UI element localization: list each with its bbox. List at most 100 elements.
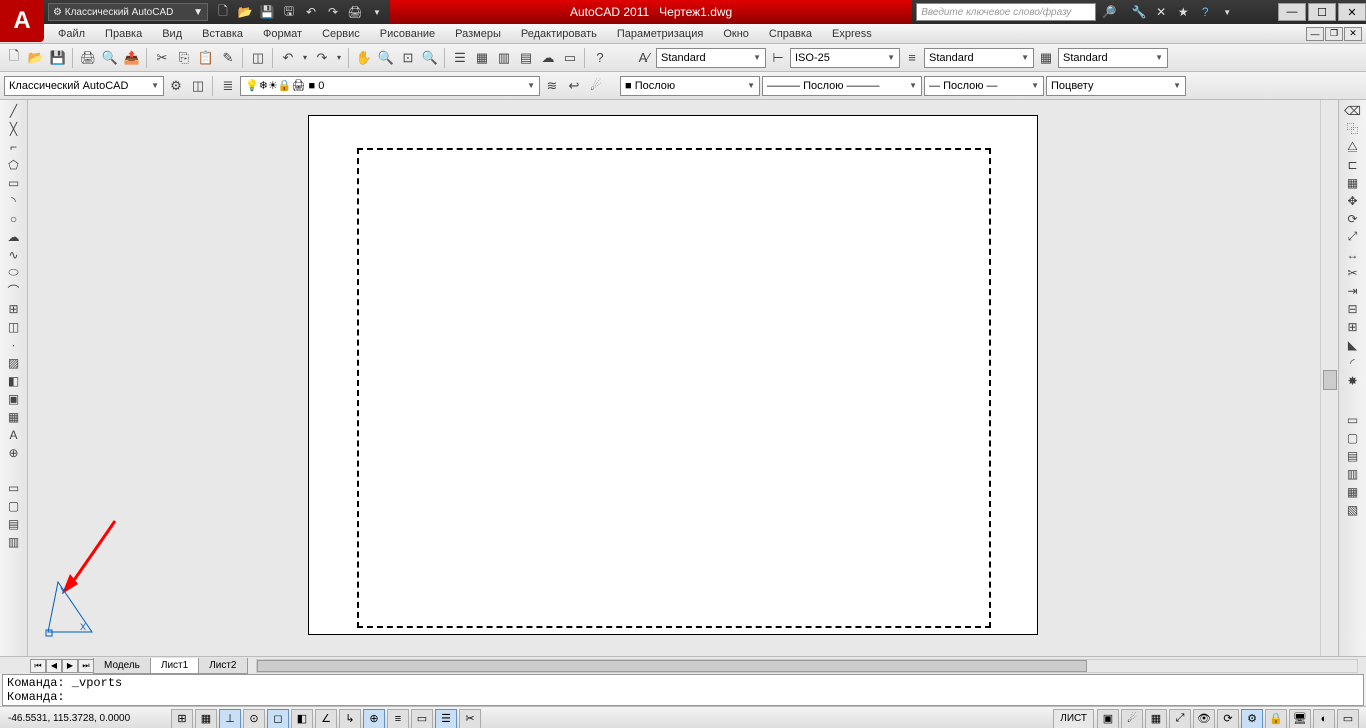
menu-help[interactable]: Справка	[759, 24, 822, 44]
app-logo[interactable]: A	[0, 0, 44, 42]
pan-icon[interactable]: ✋	[354, 48, 374, 68]
tpy-toggle[interactable]: ▭	[411, 709, 433, 728]
coordinates-display[interactable]: -46.5531, 115.3728, 0.0000	[0, 713, 170, 724]
tab-prev-button[interactable]: ◀	[46, 659, 62, 673]
viewport-frame[interactable]	[357, 148, 991, 628]
ws-settings-icon[interactable]: ⚙	[166, 76, 186, 96]
rotate-icon[interactable]: ⟳	[1343, 210, 1363, 227]
menu-file[interactable]: Файл	[48, 24, 95, 44]
publish-icon[interactable]: 📤	[122, 48, 142, 68]
zoom-win-icon[interactable]: ⊡	[398, 48, 418, 68]
new-icon[interactable]: 🗋	[4, 48, 24, 68]
tab-next-button[interactable]: ▶	[62, 659, 78, 673]
mlstyle-icon[interactable]: ≡	[902, 48, 922, 68]
drawing-canvas[interactable]: X Y	[28, 100, 1320, 656]
osnap-toggle[interactable]: ◻	[267, 709, 289, 728]
block-icon[interactable]: ◫	[248, 48, 268, 68]
scale-icon[interactable]: ⤢	[1343, 228, 1363, 245]
isolate-icon[interactable]: ◐	[1313, 709, 1335, 728]
qat-arrow-icon[interactable]: ▼	[368, 3, 386, 21]
r6-icon[interactable]: ▧	[1343, 501, 1363, 518]
polar-toggle[interactable]: ⊙	[243, 709, 265, 728]
tab-model[interactable]: Модель	[93, 658, 151, 674]
vertical-scrollbar[interactable]	[1320, 100, 1338, 656]
layer-iso-icon[interactable]: ☄	[586, 76, 606, 96]
insert-icon[interactable]: ⊞	[4, 300, 24, 317]
linetype-dropdown[interactable]: ——— Послою ———▼	[762, 76, 922, 96]
redo-icon[interactable]: ↷	[324, 3, 342, 21]
r2-icon[interactable]: ▢	[1343, 429, 1363, 446]
layer-props-icon[interactable]: ≣	[218, 76, 238, 96]
rectangle-icon[interactable]: ▭	[4, 174, 24, 191]
mdi-close-button[interactable]: ✕	[1344, 27, 1362, 41]
table-icon[interactable]: ▦	[4, 408, 24, 425]
lwt-toggle[interactable]: ≡	[387, 709, 409, 728]
matchprop-icon[interactable]: ✎	[218, 48, 238, 68]
revcloud-icon[interactable]: ☁	[4, 228, 24, 245]
new-icon[interactable]: 🗋	[214, 3, 232, 21]
r5-icon[interactable]: ▦	[1343, 483, 1363, 500]
mlstyle-dropdown[interactable]: Standard▼	[924, 48, 1034, 68]
extra4-icon[interactable]: ▥	[4, 533, 24, 550]
hatch-icon[interactable]: ▨	[4, 354, 24, 371]
sc-toggle[interactable]: ✂	[459, 709, 481, 728]
makeblock-icon[interactable]: ◫	[4, 318, 24, 335]
annovis-icon[interactable]: 👁	[1193, 709, 1215, 728]
ducs-toggle[interactable]: ↳	[339, 709, 361, 728]
dimstyle-dropdown[interactable]: ISO-25▼	[790, 48, 900, 68]
r1-icon[interactable]: ▭	[1343, 411, 1363, 428]
paste-icon[interactable]: 📋	[196, 48, 216, 68]
workspace-dropdown-2[interactable]: Классический AutoCAD▼	[4, 76, 164, 96]
undo-icon[interactable]: ↶	[302, 3, 320, 21]
fillet-icon[interactable]: ◜	[1343, 354, 1363, 371]
zoom-rt-icon[interactable]: 🔍	[376, 48, 396, 68]
subscription-icon[interactable]: 🔧	[1130, 3, 1148, 21]
help-icon[interactable]: ?	[1196, 3, 1214, 21]
lock-ui-icon[interactable]: 🔒	[1265, 709, 1287, 728]
save-icon[interactable]: 💾	[48, 48, 68, 68]
menu-modify[interactable]: Редактировать	[511, 24, 607, 44]
open-icon[interactable]: 📂	[236, 3, 254, 21]
line-icon[interactable]: ╱	[4, 102, 24, 119]
array-icon[interactable]: ▦	[1343, 174, 1363, 191]
extra1-icon[interactable]: ▭	[4, 479, 24, 496]
tablestyle-icon[interactable]: ▦	[1036, 48, 1056, 68]
move-icon[interactable]: ✥	[1343, 192, 1363, 209]
textstyle-dropdown[interactable]: Standard▼	[656, 48, 766, 68]
tp-icon[interactable]: ▥	[494, 48, 514, 68]
preview-icon[interactable]: 🔍	[100, 48, 120, 68]
tab-layout1[interactable]: Лист1	[150, 658, 199, 674]
zoom-prev-icon[interactable]: 🔍	[420, 48, 440, 68]
polygon-icon[interactable]: ⬠	[4, 156, 24, 173]
layer-state-icon[interactable]: ≋	[542, 76, 562, 96]
annoauto-icon[interactable]: ⟳	[1217, 709, 1239, 728]
help-dd-icon[interactable]: ▼	[1218, 3, 1236, 21]
undo-dd-icon[interactable]: ▾	[300, 48, 310, 68]
region-icon[interactable]: ▣	[4, 390, 24, 407]
offset-icon[interactable]: ⊏	[1343, 156, 1363, 173]
calc-icon[interactable]: ▭	[560, 48, 580, 68]
ws-switch-icon[interactable]: ⚙	[1241, 709, 1263, 728]
dc-icon[interactable]: ▦	[472, 48, 492, 68]
menu-parametric[interactable]: Параметризация	[607, 24, 713, 44]
r4-icon[interactable]: ▥	[1343, 465, 1363, 482]
menu-dimension[interactable]: Размеры	[445, 24, 511, 44]
maximize-button[interactable]: ☐	[1308, 3, 1336, 21]
exchange-icon[interactable]: ✕	[1152, 3, 1170, 21]
menu-format[interactable]: Формат	[253, 24, 312, 44]
redo-icon[interactable]: ↷	[312, 48, 332, 68]
tab-first-button[interactable]: ⏮	[30, 659, 46, 673]
menu-insert[interactable]: Вставка	[192, 24, 253, 44]
close-button[interactable]: ✕	[1338, 3, 1366, 21]
join-icon[interactable]: ⊞	[1343, 318, 1363, 335]
3dosnap-toggle[interactable]: ◧	[291, 709, 313, 728]
plot-icon[interactable]: 🖨	[78, 48, 98, 68]
ws-save-icon[interactable]: ◫	[188, 76, 208, 96]
tablestyle-dropdown[interactable]: Standard▼	[1058, 48, 1168, 68]
stretch-icon[interactable]: ↔	[1343, 246, 1363, 263]
menu-view[interactable]: Вид	[152, 24, 192, 44]
menu-draw[interactable]: Рисование	[370, 24, 445, 44]
grid-toggle[interactable]: ▦	[195, 709, 217, 728]
horizontal-scrollbar[interactable]	[256, 659, 1359, 673]
lineweight-dropdown[interactable]: — Послою —▼	[924, 76, 1044, 96]
